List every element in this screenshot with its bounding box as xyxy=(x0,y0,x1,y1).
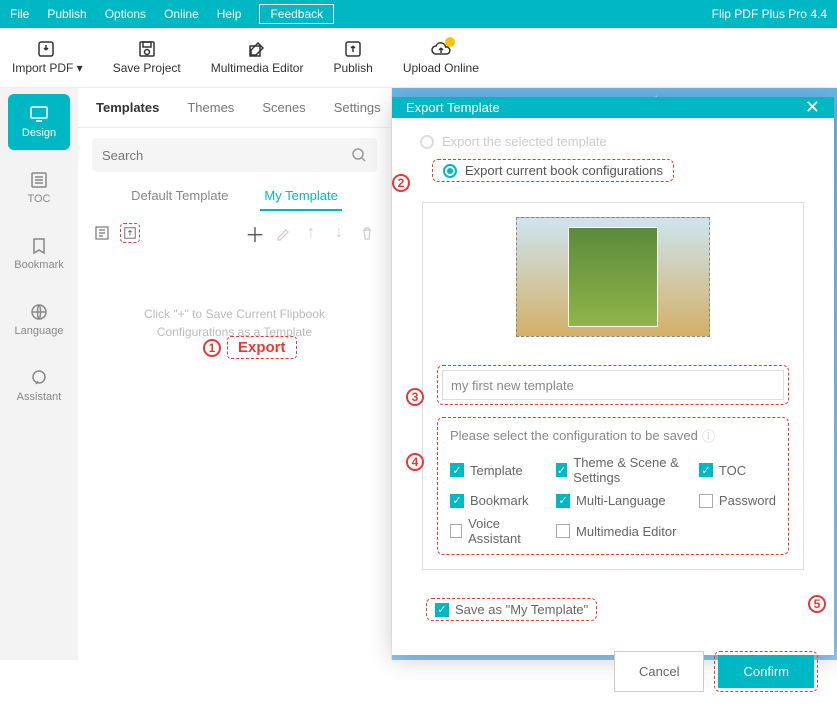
monitor-icon xyxy=(29,105,49,123)
globe-icon xyxy=(30,303,48,321)
check-template[interactable]: ✓Template xyxy=(450,455,542,485)
sidebar-left: Design TOC Bookmark Language Assistant xyxy=(0,88,78,660)
tab-themes[interactable]: Themes xyxy=(183,90,238,125)
check-theme[interactable]: ✓Theme & Scene & Settings xyxy=(556,455,685,485)
annotation-4: 4 xyxy=(406,453,424,471)
feedback-button[interactable]: Feedback xyxy=(259,4,334,24)
edit-icon xyxy=(248,40,266,58)
app-title: Flip PDF Plus Pro 4.4 xyxy=(712,7,827,21)
sidebar-item-toc[interactable]: TOC xyxy=(8,160,70,216)
cloud-upload-icon xyxy=(430,40,452,58)
template-thumbnail xyxy=(516,217,710,337)
menu-file[interactable]: File xyxy=(10,7,29,21)
tab-templates[interactable]: Templates xyxy=(92,90,163,125)
import-template-icon[interactable] xyxy=(92,223,112,243)
upload-online-button[interactable]: Upload Online xyxy=(403,40,479,75)
add-icon[interactable]: ＋ xyxy=(245,223,265,243)
import-icon xyxy=(37,40,57,58)
export-template-icon[interactable] xyxy=(120,223,140,243)
sidebar-item-language[interactable]: Language xyxy=(8,292,70,348)
multimedia-editor-button[interactable]: Multimedia Editor xyxy=(211,40,304,75)
move-up-icon[interactable]: ↑ xyxy=(301,223,321,243)
move-down-icon[interactable]: ↓ xyxy=(329,223,349,243)
bookmark-icon xyxy=(31,237,47,255)
empty-message: Click "+" to Save Current Flipbook Confi… xyxy=(78,255,391,391)
template-name-input[interactable] xyxy=(442,370,784,400)
search-input[interactable] xyxy=(102,148,351,163)
check-voice[interactable]: Voice Assistant xyxy=(450,516,542,546)
check-toc[interactable]: ✓TOC xyxy=(699,455,776,485)
check-multilang[interactable]: ✓Multi-Language xyxy=(556,493,685,508)
close-icon[interactable]: ✕ xyxy=(805,97,820,118)
cancel-button[interactable]: Cancel xyxy=(614,651,704,692)
publish-icon xyxy=(344,40,362,58)
search-box[interactable] xyxy=(92,138,377,172)
default-template-tab[interactable]: Default Template xyxy=(127,182,232,211)
sidebar-item-bookmark[interactable]: Bookmark xyxy=(8,226,70,282)
save-as-my-template[interactable]: ✓ Save as "My Template" xyxy=(426,598,597,621)
chat-icon xyxy=(30,369,48,387)
preview-box: 3 4 Please select the configuration to b… xyxy=(422,202,804,570)
search-icon xyxy=(351,147,367,163)
check-multimedia[interactable]: Multimedia Editor xyxy=(556,516,685,546)
edit-template-icon[interactable] xyxy=(273,223,293,243)
radio-icon xyxy=(443,164,457,178)
modal-footer: Cancel Confirm xyxy=(392,637,834,706)
save-icon xyxy=(138,40,156,58)
annotation-1: 1 Export xyxy=(203,336,297,359)
delete-icon[interactable] xyxy=(357,223,377,243)
toolbar: Import PDF ▾ Save Project Multimedia Edi… xyxy=(0,28,837,88)
menu-online[interactable]: Online xyxy=(164,7,199,21)
save-project-button[interactable]: Save Project xyxy=(113,40,181,75)
radio-export-selected: Export the selected template xyxy=(420,134,816,149)
tab-scenes[interactable]: Scenes xyxy=(258,90,309,125)
panel-tabs: Templates Themes Scenes Settings xyxy=(78,88,391,128)
radio-export-current[interactable]: Export current book configurations xyxy=(432,159,674,182)
modal-title: Export Template xyxy=(406,100,500,115)
templates-panel: Templates Themes Scenes Settings Default… xyxy=(78,88,392,660)
check-password[interactable]: Password xyxy=(699,493,776,508)
import-pdf-button[interactable]: Import PDF ▾ xyxy=(12,40,83,75)
panel-actions: ＋ ↑ ↓ xyxy=(78,211,391,255)
radio-icon xyxy=(420,135,434,149)
modal-header: Export Template ✕ xyxy=(392,97,834,118)
help-icon[interactable]: ⓘ xyxy=(702,426,715,445)
check-bookmark[interactable]: ✓Bookmark xyxy=(450,493,542,508)
menu-publish[interactable]: Publish xyxy=(47,7,86,21)
menubar: File Publish Options Online Help Feedbac… xyxy=(0,0,837,28)
menu-help[interactable]: Help xyxy=(217,7,242,21)
config-title: Please select the configuration to be sa… xyxy=(450,426,776,445)
annotation-2: 2 xyxy=(392,174,410,192)
sidebar-item-design[interactable]: Design xyxy=(8,94,70,150)
list-icon xyxy=(30,171,48,189)
tab-settings[interactable]: Settings xyxy=(330,90,385,125)
annotation-3: 3 xyxy=(406,388,424,406)
sidebar-item-assistant[interactable]: Assistant xyxy=(8,358,70,414)
annotation-5: 5 xyxy=(808,595,826,613)
menu-options[interactable]: Options xyxy=(105,7,146,21)
my-template-tab[interactable]: My Template xyxy=(260,182,341,211)
publish-button[interactable]: Publish xyxy=(333,40,372,75)
template-tabs: Default Template My Template xyxy=(78,182,391,211)
export-template-modal: Export Template ✕ Export the selected te… xyxy=(392,97,834,655)
